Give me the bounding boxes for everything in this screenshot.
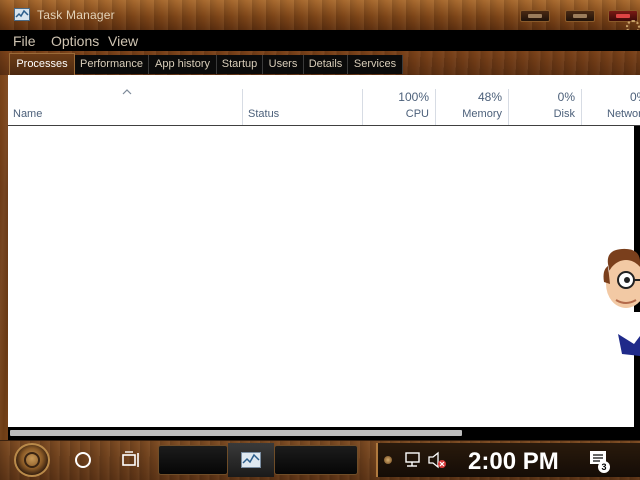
minimize-button[interactable]: [520, 10, 550, 22]
menu-view[interactable]: View: [108, 33, 138, 49]
horizontal-scroll-thumb[interactable]: [10, 430, 462, 436]
cpu-percent: 100%: [398, 90, 429, 104]
window-title: Task Manager: [37, 8, 115, 22]
menu-bar: File Options View: [0, 30, 640, 51]
start-button[interactable]: [14, 443, 50, 477]
tab-startup[interactable]: Startup: [217, 55, 263, 74]
taskbar-clock[interactable]: 2:00 PM: [468, 448, 559, 476]
volume-muted-icon[interactable]: [428, 451, 448, 469]
taskbar-slot-empty[interactable]: [158, 445, 228, 475]
taskbar-slot-empty-2[interactable]: [274, 445, 358, 475]
network-percent: 0%: [630, 90, 640, 104]
notification-count-badge: 3: [598, 461, 610, 473]
memory-percent: 48%: [477, 90, 502, 104]
taskbar-task-manager-button[interactable]: [228, 443, 274, 477]
cartoon-character-image: [603, 248, 640, 356]
tab-performance[interactable]: Performance: [75, 55, 149, 74]
column-status-header[interactable]: Status: [242, 89, 363, 126]
column-name-label: Name: [13, 108, 43, 120]
title-bar[interactable]: Task Manager: [0, 0, 640, 30]
disk-percent: 0%: [557, 90, 575, 104]
column-status-label: Status: [248, 108, 280, 120]
header-divider: [8, 125, 640, 126]
menu-options[interactable]: Options: [51, 33, 99, 49]
column-disk-header[interactable]: 0% Disk: [509, 89, 582, 126]
column-network-header[interactable]: 0% Network: [582, 89, 640, 126]
horizontal-scrollbar[interactable]: [8, 427, 640, 440]
tab-services[interactable]: Services: [348, 55, 403, 74]
column-memory-label: Memory: [462, 108, 502, 120]
column-name-header[interactable]: Name: [8, 89, 243, 126]
task-manager-app-icon: [14, 8, 30, 21]
task-manager-taskbar-icon: [241, 452, 261, 468]
task-view-icon[interactable]: [121, 451, 141, 469]
network-icon[interactable]: [404, 451, 424, 469]
menu-file[interactable]: File: [13, 33, 36, 49]
clock-gear-icon: [24, 452, 40, 468]
tab-strip: Processes Performance App history Startu…: [0, 51, 640, 75]
maximize-button[interactable]: [565, 10, 595, 22]
column-memory-header[interactable]: 48% Memory: [436, 89, 509, 126]
column-network-label: Network: [607, 108, 640, 120]
cortana-search-icon[interactable]: [75, 452, 91, 468]
column-disk-label: Disk: [553, 108, 575, 120]
tab-processes[interactable]: Processes: [9, 53, 75, 75]
column-cpu-header[interactable]: 100% CPU: [363, 89, 436, 126]
tab-users[interactable]: Users: [263, 55, 304, 74]
rivet-ornament: [384, 456, 392, 464]
task-manager-window: Task Manager File Options View Processes…: [0, 0, 640, 440]
tab-app-history[interactable]: App history: [149, 55, 217, 74]
tab-details[interactable]: Details: [304, 55, 348, 74]
column-cpu-label: CPU: [405, 108, 429, 120]
process-list: Name Status 100% CPU 48% Memory 0% Disk …: [8, 75, 640, 427]
